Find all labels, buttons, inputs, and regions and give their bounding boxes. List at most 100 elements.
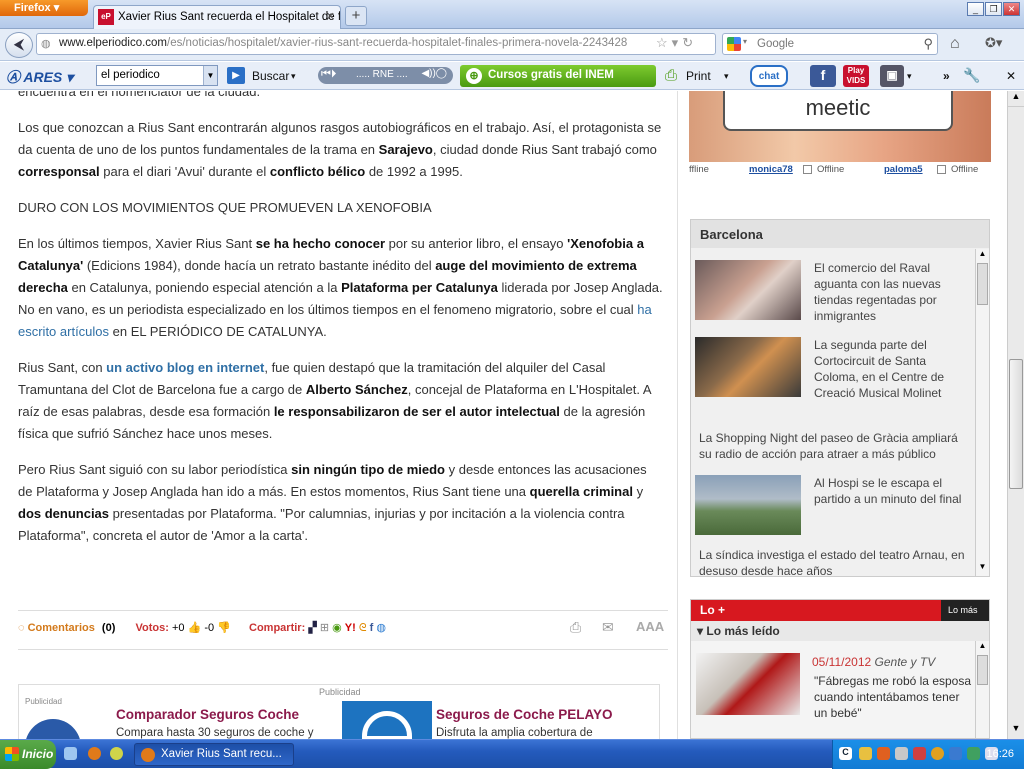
email-icon[interactable]: ✉ (602, 619, 614, 636)
tab-close-icon[interactable]: ✕ (326, 10, 335, 23)
tray-icon[interactable] (913, 747, 926, 760)
facebook-share-icon[interactable]: f (370, 622, 374, 634)
wrench-icon[interactable]: 🔧 (963, 67, 980, 84)
chat-button[interactable]: chat (750, 65, 788, 87)
ares-logo[interactable]: Ⓐ ARES ▾ (6, 67, 73, 87)
facebook-icon[interactable]: f (810, 65, 836, 87)
toolbar-search-field[interactable]: el periodico ▼ (96, 65, 218, 86)
overflow-chevron-icon[interactable]: » (943, 69, 950, 83)
chevron-down-icon[interactable]: ▼ (203, 66, 217, 85)
news-item[interactable]: La síndica investiga el estado del teatr… (699, 547, 971, 579)
meetic-logo[interactable]: meetic (723, 91, 953, 131)
play-controls-icon[interactable]: ⏮⏵ (321, 68, 336, 81)
scroll-up-icon[interactable]: ▲ (976, 249, 989, 263)
meneame-icon[interactable]: ◉ (332, 622, 342, 634)
play-vids-button[interactable]: Play VIDS (843, 65, 869, 87)
printer-icon[interactable]: ⎙ (665, 67, 677, 84)
barcelona-scrollbar[interactable]: ▲ ▼ (975, 249, 989, 576)
url-bar[interactable]: ◍ www.elperiodico.com/es/noticias/hospit… (36, 33, 716, 55)
ad-right-title[interactable]: Seguros de Coche PELAYO (436, 707, 613, 722)
blog-link[interactable]: un activo blog en internet (106, 360, 264, 375)
news-thumbnail[interactable] (695, 260, 801, 320)
news-headline[interactable]: La segunda parte del Cortocircuit de San… (814, 337, 970, 401)
scroll-up-icon[interactable]: ▲ (976, 641, 989, 655)
print-dropdown-icon[interactable]: ▾ (724, 71, 729, 82)
profile-link[interactable]: monica78 (749, 164, 793, 175)
show-desktop-icon[interactable] (64, 747, 77, 760)
scroll-down-icon[interactable]: ▼ (1008, 723, 1024, 739)
digg-icon[interactable]: ⊞ (320, 622, 329, 634)
browser-tab[interactable]: eP Xavier Rius Sant recuerda el Hospitale… (93, 5, 341, 29)
lo-mas-scrollbar[interactable]: ▲ (975, 641, 989, 738)
tray-icon[interactable] (967, 747, 980, 760)
news-headline[interactable]: El comercio del Raval aguanta con las nu… (814, 260, 970, 324)
print-button[interactable]: Print (686, 69, 711, 83)
scroll-thumb[interactable] (977, 263, 988, 305)
font-size-control[interactable]: AAA (636, 619, 664, 634)
news-item[interactable]: El comercio del Raval aguanta con las nu… (695, 260, 970, 324)
lo-mas-tab[interactable]: Lo más (941, 600, 989, 621)
start-button[interactable]: Inicio (0, 740, 56, 769)
bookmarks-menu-icon[interactable]: ✪▾ (985, 35, 1002, 51)
ad-left-title[interactable]: Comparador Seguros Coche (116, 707, 299, 722)
scroll-down-icon[interactable]: ▼ (976, 562, 989, 576)
home-icon[interactable]: ⌂ (950, 35, 960, 53)
ad-image-left[interactable] (25, 719, 81, 739)
tray-icon[interactable] (877, 747, 890, 760)
close-window-button[interactable]: ✕ (1003, 2, 1020, 16)
profile-link[interactable]: paloma5 (884, 164, 923, 175)
tray-icon[interactable] (895, 747, 908, 760)
tray-icon[interactable] (859, 747, 872, 760)
back-button[interactable]: ⮜ (5, 32, 33, 58)
radio-player[interactable]: ⏮⏵ ..... RNE .... ◀))◯ (318, 67, 453, 84)
print-article-icon[interactable]: ⎙ (570, 619, 581, 636)
news-headline[interactable]: "Fábregas me robó la esposa cuando inten… (814, 673, 974, 721)
news-thumbnail[interactable] (695, 337, 801, 397)
yahoo-icon[interactable]: Y! (345, 622, 356, 634)
tray-icon[interactable] (931, 747, 944, 760)
volume-icon[interactable]: ◀))◯ (421, 68, 447, 79)
pelayo-logo[interactable] (342, 701, 432, 739)
scroll-thumb[interactable] (977, 655, 988, 685)
search-go-icon[interactable]: ▶ (227, 67, 245, 84)
google-buzz-icon[interactable]: ᘓ (359, 622, 367, 634)
scroll-thumb[interactable] (1009, 359, 1023, 489)
tray-icon[interactable] (949, 747, 962, 760)
media-icon[interactable]: ▣ (880, 65, 904, 87)
comments-link[interactable]: Comentarios (28, 622, 95, 634)
language-icon[interactable]: C (839, 747, 852, 760)
news-headline[interactable]: La síndica investiga el estado del teatr… (699, 547, 971, 579)
firefox-menu-button[interactable]: Firefox ▾ (0, 0, 88, 16)
lo-mas-leido-tab[interactable]: ▾ Lo más leído (691, 621, 989, 641)
reload-icon[interactable]: ↻ (682, 35, 697, 50)
delicious-icon[interactable]: ▞ (308, 622, 316, 634)
close-toolbar-icon[interactable]: ✕ (1006, 69, 1016, 83)
restore-button[interactable]: ❐ (985, 2, 1002, 16)
scroll-up-icon[interactable]: ▲ (1008, 91, 1024, 107)
inem-courses-link[interactable]: ⊕ Cursos gratis del INEM (460, 65, 656, 87)
bookmark-star-icon[interactable]: ☆ (656, 35, 672, 50)
news-thumbnail[interactable] (695, 475, 801, 535)
engine-dropdown-icon[interactable]: ▾ (743, 37, 747, 46)
meetic-ad[interactable]: meetic ffline monica78 Offline paloma5 O… (689, 91, 991, 181)
new-tab-button[interactable]: + (345, 6, 367, 26)
globe-share-icon[interactable]: ◍ (376, 622, 386, 634)
page-scrollbar[interactable]: ▲ ▼ (1007, 91, 1024, 739)
news-thumbnail[interactable] (696, 653, 800, 715)
firefox-quicklaunch-icon[interactable] (88, 747, 101, 760)
dropdown-icon[interactable]: ▾ (672, 35, 683, 50)
search-input[interactable]: ▾ Google ⚲ (722, 33, 938, 55)
media-dropdown-icon[interactable]: ▾ (907, 71, 912, 82)
news-item[interactable]: La segunda parte del Cortocircuit de San… (695, 337, 970, 417)
taskbar-firefox-window[interactable]: Xavier Rius Sant recu... (134, 743, 294, 766)
buscar-button[interactable]: Buscar (252, 69, 289, 83)
magnifier-icon[interactable]: ⚲ (923, 36, 933, 52)
news-item[interactable]: La Shopping Night del paseo de Gràcia am… (699, 430, 971, 462)
thumbs-up-icon[interactable]: 👍 (188, 622, 202, 634)
minimize-button[interactable]: _ (967, 2, 984, 16)
thumbs-down-icon[interactable]: 👎 (217, 622, 231, 634)
news-item[interactable]: Al Hospi se le escapa el partido a un mi… (695, 475, 970, 539)
news-headline[interactable]: La Shopping Night del paseo de Gràcia am… (699, 430, 971, 462)
buscar-dropdown-icon[interactable]: ▾ (291, 71, 296, 82)
media-player-icon[interactable] (110, 747, 123, 760)
